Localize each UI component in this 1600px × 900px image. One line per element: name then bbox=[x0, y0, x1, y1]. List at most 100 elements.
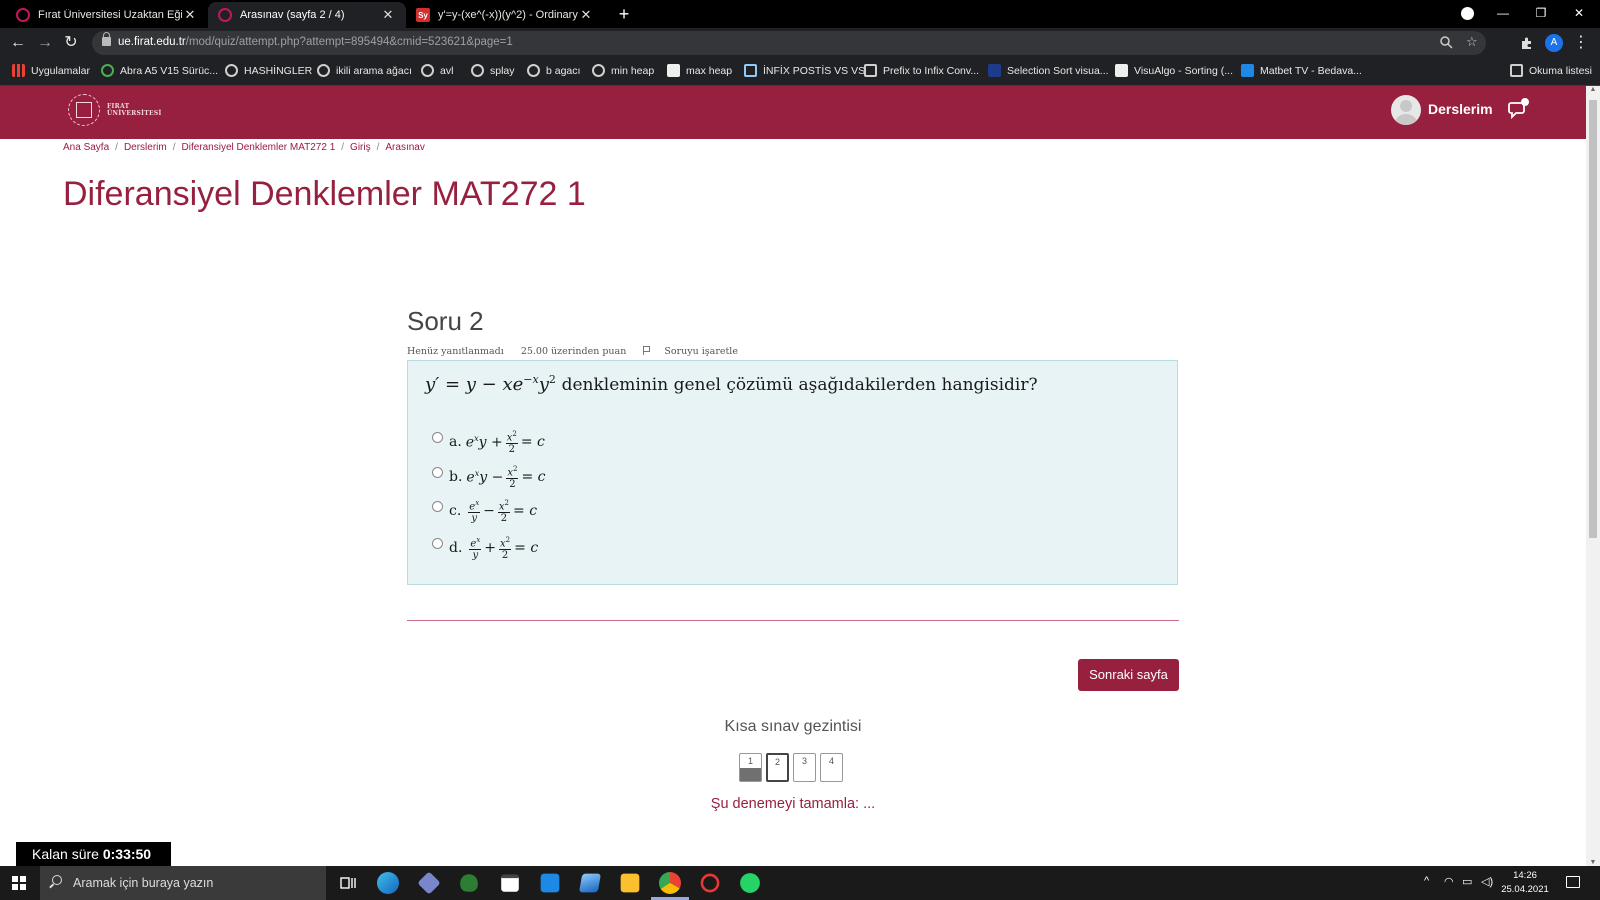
breadcrumb-home[interactable]: Ana Sayfa bbox=[63, 142, 109, 153]
scroll-down-arrow-icon[interactable]: ▼ bbox=[1586, 859, 1600, 866]
finish-attempt-link[interactable]: Şu denemeyi tamamla: ... bbox=[0, 796, 1586, 812]
file-explorer-icon[interactable] bbox=[620, 873, 640, 893]
profile-avatar[interactable]: A bbox=[1545, 34, 1563, 52]
my-courses-menu[interactable]: Derslerim bbox=[1428, 101, 1493, 117]
bookmark-item[interactable]: VisuAlgo - Sorting (... bbox=[1115, 64, 1233, 77]
quiz-nav-button-1[interactable]: 1 bbox=[739, 753, 762, 782]
option-d[interactable]: d. ex y + x2 2 = c bbox=[432, 535, 538, 561]
security-shield-icon[interactable] bbox=[460, 874, 478, 892]
radio-button[interactable] bbox=[432, 537, 443, 549]
notifications-icon[interactable] bbox=[1566, 876, 1580, 888]
app-icon[interactable] bbox=[579, 873, 601, 893]
bookmark-item[interactable]: Matbet TV - Bedava... bbox=[1241, 64, 1362, 77]
bookmark-item[interactable]: İNFİX POSTİS VS VS bbox=[744, 64, 865, 77]
battery-icon[interactable]: ▭ bbox=[1462, 875, 1472, 888]
tv-icon bbox=[1241, 64, 1254, 77]
firat-favicon-icon bbox=[16, 8, 30, 22]
breadcrumb: Ana Sayfa / Derslerim / Diferansiyel Denklem… bbox=[63, 142, 425, 153]
lock-icon[interactable] bbox=[102, 32, 111, 46]
scroll-up-arrow-icon[interactable]: ▲ bbox=[1586, 86, 1600, 93]
page-icon bbox=[744, 64, 757, 77]
media-indicator-icon[interactable] bbox=[1461, 7, 1474, 20]
tab-close-icon[interactable]: ✕ bbox=[380, 7, 396, 23]
firat-logo[interactable]: FIRAT ÜNİVERSİTESİ bbox=[68, 94, 162, 126]
volume-icon[interactable]: ◁) bbox=[1481, 875, 1493, 888]
3d-box-icon[interactable] bbox=[417, 871, 441, 895]
close-window-button[interactable]: ✕ bbox=[1560, 0, 1598, 28]
whatsapp-icon[interactable] bbox=[740, 873, 760, 893]
tab-symbolab[interactable]: Sy y'=y-(xe^(-x))(y^2) - Ordinary D ✕ bbox=[406, 2, 604, 28]
show-hidden-icons[interactable]: ^ bbox=[1424, 875, 1429, 887]
breadcrumb-my-courses[interactable]: Derslerim bbox=[124, 142, 167, 153]
bookmark-item[interactable]: min heap bbox=[592, 64, 654, 77]
option-b[interactable]: b. exy − x2 2 = c bbox=[432, 464, 545, 490]
windows-start-icon[interactable] bbox=[12, 876, 26, 890]
bookmark-item[interactable]: b agacı bbox=[527, 64, 580, 77]
chrome-icon[interactable] bbox=[659, 872, 681, 894]
tab-close-icon[interactable]: ✕ bbox=[182, 7, 198, 23]
zoom-search-icon[interactable] bbox=[1440, 36, 1453, 49]
bookmark-item[interactable]: splay bbox=[471, 64, 515, 77]
radio-button[interactable] bbox=[432, 431, 443, 443]
bookmark-item[interactable]: HASHİNGLER bbox=[225, 64, 312, 77]
taskbar-clock[interactable]: 14:26 25.04.2021 bbox=[1500, 869, 1550, 897]
bookmark-item[interactable]: max heap bbox=[667, 64, 732, 77]
radio-button[interactable] bbox=[432, 500, 443, 512]
store-bag-icon[interactable] bbox=[501, 874, 519, 892]
globe-icon bbox=[527, 64, 540, 77]
user-avatar[interactable] bbox=[1391, 95, 1421, 125]
quiz-nav-button-2[interactable]: 2 bbox=[766, 753, 789, 782]
url-text[interactable]: ue.firat.edu.tr/mod/quiz/attempt.php?att… bbox=[118, 36, 513, 48]
option-a[interactable]: a. exy + x2 2 = c bbox=[432, 429, 545, 455]
question-points: 25.00 üzerinden puan bbox=[520, 346, 627, 357]
option-c[interactable]: c. ex y − x2 2 = c bbox=[432, 498, 537, 524]
back-button[interactable]: ← bbox=[7, 32, 29, 54]
bookmark-item[interactable]: avl bbox=[421, 64, 453, 77]
edge-browser-icon[interactable] bbox=[377, 872, 399, 894]
reading-list[interactable]: Okuma listesi bbox=[1510, 64, 1592, 77]
globe-icon bbox=[421, 64, 434, 77]
question-title: Soru 2 bbox=[407, 306, 484, 336]
reload-button[interactable]: ↻ bbox=[60, 32, 82, 54]
radio-button[interactable] bbox=[432, 466, 443, 478]
symbolab-favicon-icon: Sy bbox=[416, 8, 430, 22]
grid-icon bbox=[864, 64, 877, 77]
minimize-button[interactable]: — bbox=[1484, 0, 1522, 28]
restore-button[interactable]: ❐ bbox=[1522, 0, 1560, 28]
bookmark-item[interactable]: Selection Sort visua... bbox=[988, 64, 1109, 77]
bookmark-item[interactable]: ikili arama ağacı bbox=[317, 64, 412, 77]
question-prompt: denkleminin genel çözümü aşağıdakilerden… bbox=[561, 375, 1038, 395]
tab-firat-uzaktan-egitim[interactable]: Fırat Üniversitesi Uzaktan Eğitim ✕ bbox=[6, 2, 208, 28]
wifi-icon[interactable]: ◠ bbox=[1444, 875, 1454, 888]
message-drawer-icon[interactable] bbox=[1508, 98, 1530, 120]
tab-close-icon[interactable]: ✕ bbox=[578, 7, 594, 23]
tab-label: Fırat Üniversitesi Uzaktan Eğitim bbox=[38, 9, 182, 21]
address-bar[interactable]: ue.firat.edu.tr/mod/quiz/attempt.php?att… bbox=[92, 31, 1486, 55]
breadcrumb-course[interactable]: Diferansiyel Denklemler MAT272 1 bbox=[182, 142, 336, 153]
quiz-navigation-title: Kısa sınav gezintisi bbox=[724, 718, 862, 735]
bookmark-star-icon[interactable]: ☆ bbox=[1466, 34, 1478, 50]
breadcrumb-quiz[interactable]: Arasınav bbox=[385, 142, 424, 153]
bookmark-item[interactable]: Prefix to Infix Conv... bbox=[864, 64, 979, 77]
new-tab-button[interactable]: + bbox=[614, 3, 634, 25]
quiz-nav-button-4[interactable]: 4 bbox=[820, 753, 843, 782]
bookmark-apps[interactable]: Uygulamalar bbox=[12, 64, 90, 77]
task-view-icon[interactable] bbox=[337, 872, 359, 894]
question-status: Henüz yanıtlanmadı bbox=[407, 346, 504, 357]
mail-icon[interactable] bbox=[540, 873, 560, 893]
page-scrollbar[interactable]: ▲ ▼ bbox=[1586, 86, 1600, 866]
extensions-puzzle-icon[interactable] bbox=[1520, 36, 1534, 50]
bookmark-item[interactable]: Abra A5 V15 Sürüc... bbox=[101, 64, 218, 77]
taskbar-search[interactable]: Aramak için buraya yazın bbox=[40, 866, 326, 900]
tab-arasinav[interactable]: Arasınav (sayfa 2 / 4) ✕ bbox=[208, 2, 406, 28]
browser-menu-icon[interactable]: ⋮ bbox=[1570, 32, 1592, 54]
next-page-button[interactable]: Sonraki sayfa bbox=[1078, 659, 1179, 691]
forward-button[interactable]: → bbox=[34, 32, 56, 54]
scrollbar-thumb[interactable] bbox=[1589, 100, 1597, 538]
opera-icon[interactable] bbox=[700, 873, 720, 893]
breadcrumb-section[interactable]: Giriş bbox=[350, 142, 371, 153]
flag-question-link[interactable]: Soruyu işaretle bbox=[643, 346, 752, 357]
tab-label: Arasınav (sayfa 2 / 4) bbox=[240, 9, 345, 21]
quiz-nav-button-3[interactable]: 3 bbox=[793, 753, 816, 782]
site-header: FIRAT ÜNİVERSİTESİ Derslerim bbox=[0, 86, 1586, 139]
